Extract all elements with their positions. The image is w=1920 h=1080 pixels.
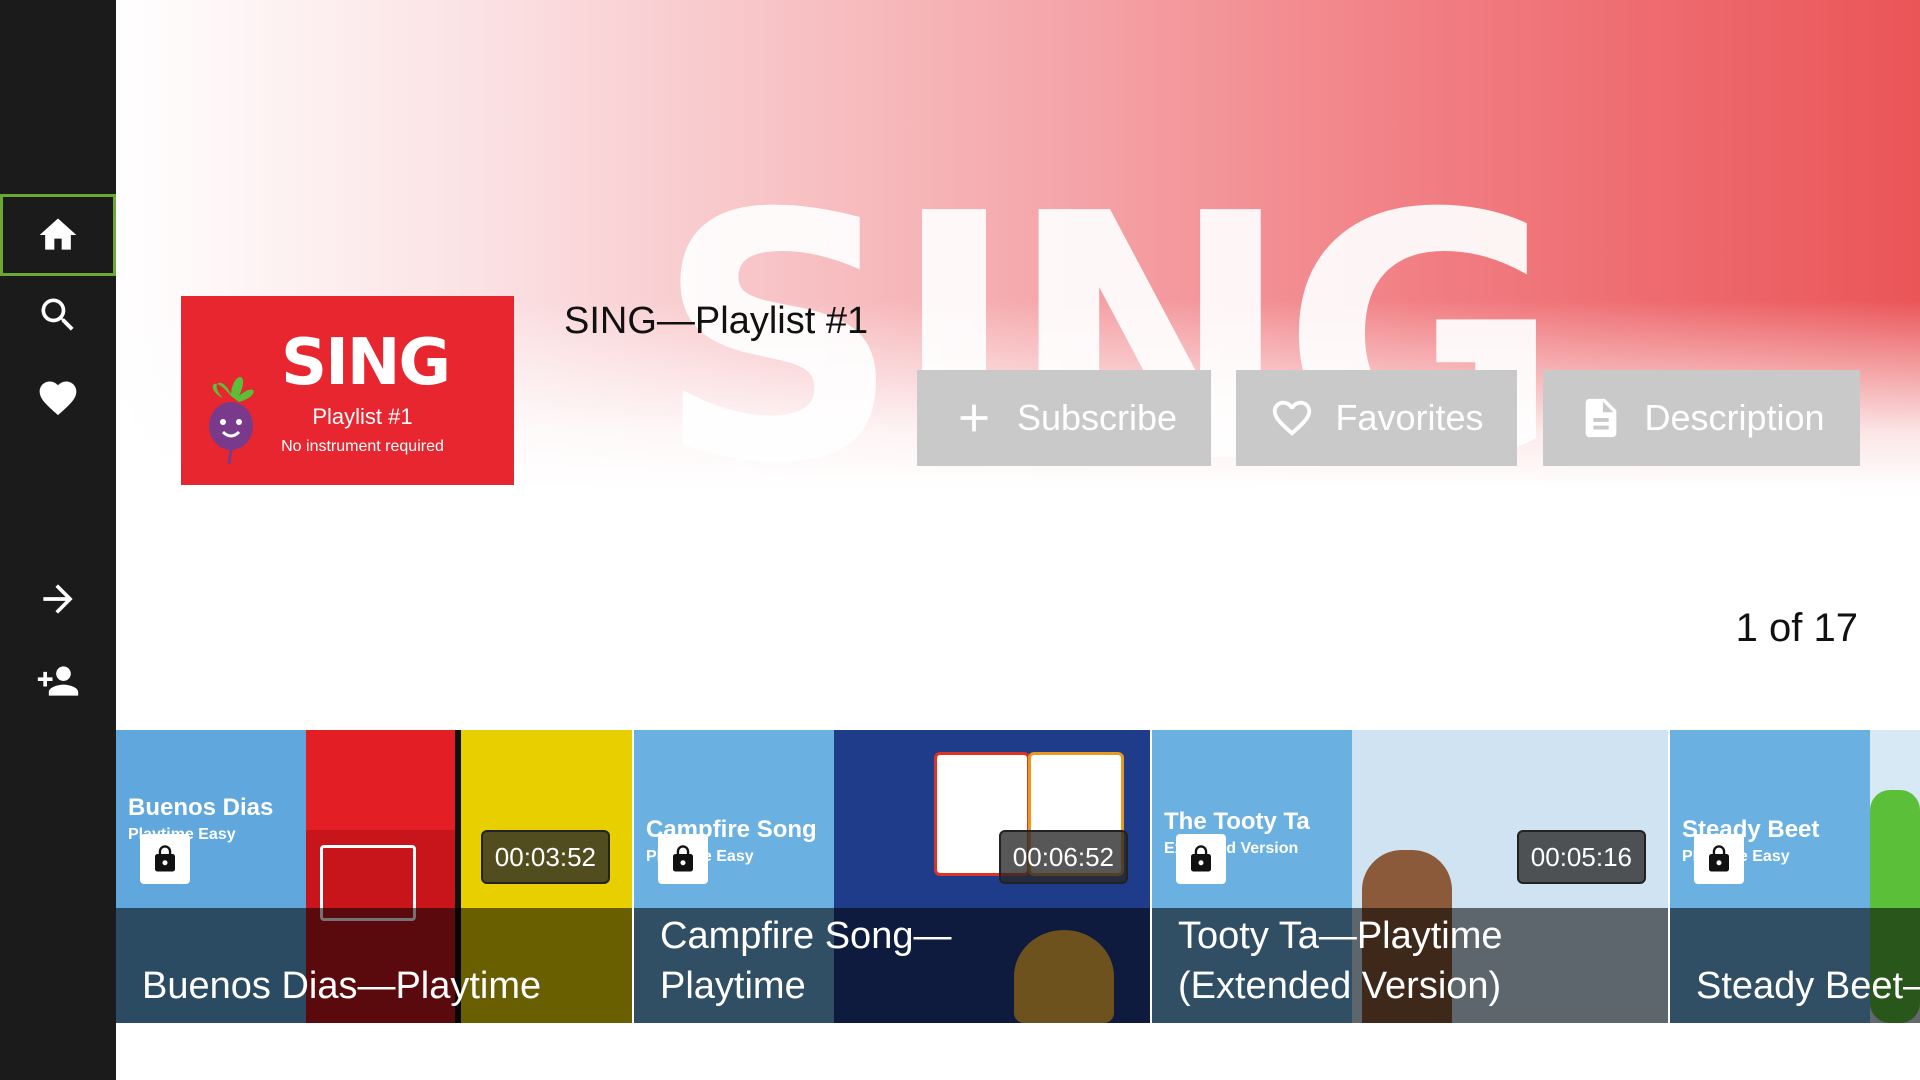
document-icon [1586, 398, 1617, 438]
video-card[interactable]: Steady BeetPlaytime Easy Steady Beet– [1670, 730, 1920, 1023]
video-card[interactable]: Buenos DiasPlaytime Easy 00:03:52 Buenos… [116, 730, 632, 1023]
lock-icon [155, 845, 175, 872]
item-counter: 1 of 17 [1735, 606, 1858, 650]
home-icon [39, 218, 77, 250]
subscribe-button[interactable]: Subscribe [917, 370, 1211, 466]
lock-icon [1191, 845, 1211, 872]
duration-badge: 00:03:52 [480, 830, 610, 884]
lock-badge [1176, 834, 1226, 884]
duration-badge: 00:06:52 [998, 830, 1128, 884]
subscribe-label: Subscribe [1016, 397, 1178, 438]
thumbnail-logo: SING [281, 326, 451, 400]
lock-icon [1709, 845, 1729, 872]
video-card[interactable]: The Tooty Ta Extended Version 00:05:16 To… [1152, 730, 1668, 1023]
card-title: Buenos Dias—Playtime [142, 965, 542, 1007]
person-add-icon [37, 666, 79, 696]
card-title: Campfire Song— Playtime [660, 915, 952, 1007]
favorites-button[interactable]: Favorites [1236, 370, 1517, 466]
video-card[interactable]: Campfire SongPlaytime Easy 00:06:52 Camp… [634, 730, 1150, 1023]
lock-badge [140, 834, 190, 884]
plus-icon [960, 404, 988, 432]
search-icon [41, 298, 74, 331]
nav-add-user-button[interactable] [0, 640, 116, 722]
card-title: Steady Beet– [1696, 965, 1920, 1007]
card-caption: Campfire Song— Playtime [634, 908, 1150, 1023]
lock-icon [673, 845, 693, 872]
nav-search-button[interactable] [0, 274, 116, 356]
sidebar [0, 0, 116, 1080]
playlist-title: SING—Playlist #1 [564, 300, 869, 342]
playlist-thumbnail: SING Playlist #1 No instrument required [181, 296, 514, 485]
description-button[interactable]: Description [1543, 370, 1860, 466]
favorites-label: Favorites [1335, 397, 1484, 438]
thumbnail-line1: Playlist #1 [312, 404, 413, 429]
heart-outline-icon [1273, 400, 1312, 436]
card-caption: Buenos Dias—Playtime [116, 908, 632, 1023]
nav-favorites-button[interactable] [0, 357, 116, 439]
card-caption: Steady Beet– [1670, 908, 1920, 1023]
card-title: Tooty Ta—Playtime (Extended Version) [1178, 915, 1503, 1007]
duration-badge: 00:05:16 [1516, 830, 1646, 884]
nav-home-button[interactable] [0, 194, 116, 276]
arrow-right-icon [43, 584, 73, 614]
thumbnail-line2: No instrument required [281, 438, 444, 455]
video-carousel: Buenos DiasPlaytime Easy 00:03:52 Buenos… [116, 730, 1920, 1023]
card-caption: Tooty Ta—Playtime (Extended Version) [1152, 908, 1668, 1023]
lock-badge [658, 834, 708, 884]
description-label: Description [1644, 397, 1825, 438]
lock-badge [1694, 834, 1744, 884]
nav-sign-in-button[interactable] [0, 558, 116, 640]
heart-icon [39, 381, 77, 416]
